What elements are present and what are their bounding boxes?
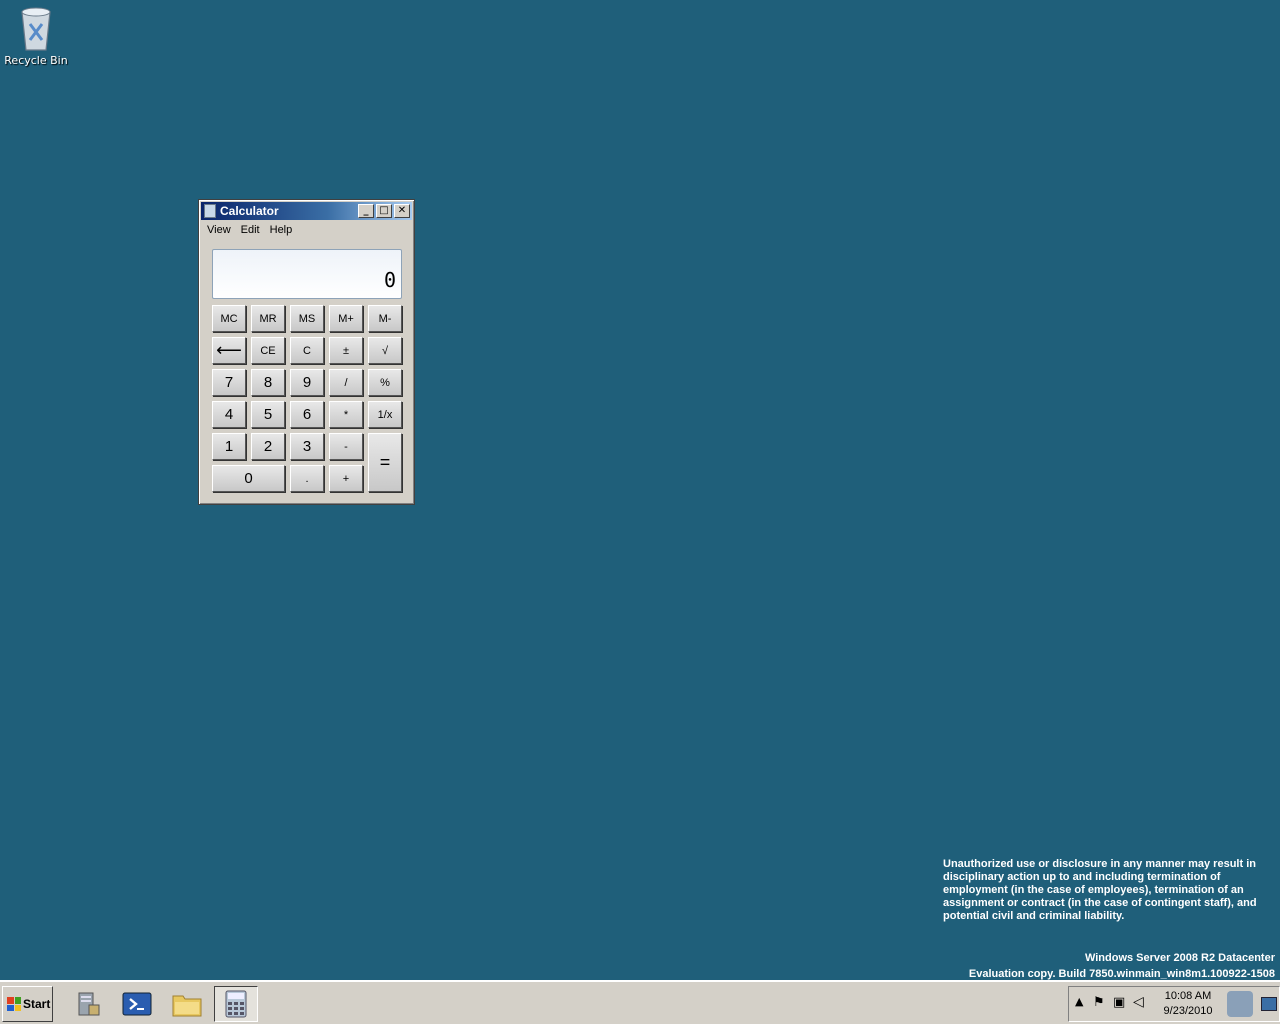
key-reciprocal[interactable]: 1/x	[368, 401, 402, 428]
key-m-plus[interactable]: M+	[329, 305, 363, 332]
key-add[interactable]: +	[329, 465, 363, 492]
key-plus-minus[interactable]: ±	[329, 337, 363, 364]
taskbar-calculator[interactable]	[214, 986, 258, 1022]
key-8[interactable]: 8	[251, 369, 285, 396]
minimize-button[interactable]: _	[358, 204, 374, 218]
key-ce[interactable]: CE	[251, 337, 285, 364]
server-manager-icon	[78, 992, 100, 1016]
os-edition: Windows Server 2008 R2 Datacenter	[1084, 952, 1275, 964]
key-3[interactable]: 3	[290, 433, 324, 460]
close-button[interactable]: ✕	[394, 204, 410, 218]
calculator-icon	[225, 990, 247, 1018]
taskbar-server-manager[interactable]	[66, 986, 110, 1022]
desktop-icon-label: Recycle Bin	[4, 54, 68, 67]
os-info: Windows Server 2008 R2 Datacenter Evalua…	[969, 950, 1275, 982]
menu-help[interactable]: Help	[265, 222, 298, 238]
user-avatar-icon[interactable]	[1227, 991, 1253, 1017]
taskbar-explorer[interactable]	[165, 986, 209, 1022]
powershell-icon	[122, 992, 152, 1016]
explorer-icon	[172, 995, 202, 1017]
taskbar-powershell[interactable]	[115, 986, 159, 1022]
key-7[interactable]: 7	[212, 369, 246, 396]
menu-edit[interactable]: Edit	[236, 222, 265, 238]
calculator-icon	[204, 204, 216, 218]
key-mc[interactable]: MC	[212, 305, 246, 332]
menu-bar: View Edit Help	[202, 222, 411, 238]
key-4[interactable]: 4	[212, 401, 246, 428]
key-mr[interactable]: MR	[251, 305, 285, 332]
recycle-bin-icon	[21, 7, 51, 51]
calculator-window: Calculator _ □ ✕ View Edit Help 0 MC MR …	[198, 199, 415, 505]
show-hidden-icons-icon[interactable]: ▲	[1075, 995, 1083, 1008]
system-tray: ▲ ⚑ ▣ ◁ 10:08 AM 9/23/2010	[1068, 986, 1280, 1022]
start-button[interactable]: Start	[2, 986, 53, 1022]
action-center-flag-icon[interactable]: ⚑	[1093, 995, 1105, 1010]
key-sqrt[interactable]: √	[368, 337, 402, 364]
show-desktop-icon[interactable]	[1261, 997, 1277, 1011]
key-c[interactable]: C	[290, 337, 324, 364]
taskbar: Start ▲ ⚑ ▣ ◁ 10:08 AM 9/23/2010	[0, 980, 1280, 1024]
desktop-icon-recycle-bin[interactable]: Recycle Bin	[4, 6, 68, 67]
display-value: 0	[383, 268, 396, 292]
menu-view[interactable]: View	[202, 222, 236, 238]
key-multiply[interactable]: *	[329, 401, 363, 428]
key-9[interactable]: 9	[290, 369, 324, 396]
key-m-minus[interactable]: M-	[368, 305, 402, 332]
legal-notice: Unauthorized use or disclosure in any ma…	[943, 858, 1257, 922]
key-6[interactable]: 6	[290, 401, 324, 428]
start-label: Start	[23, 997, 51, 1011]
key-percent[interactable]: %	[368, 369, 402, 396]
key-2[interactable]: 2	[251, 433, 285, 460]
key-backspace[interactable]: ⟵	[212, 337, 246, 364]
network-icon[interactable]: ▣	[1113, 995, 1125, 1010]
clock-time: 10:08 AM	[1164, 990, 1212, 1002]
key-5[interactable]: 5	[251, 401, 285, 428]
key-0[interactable]: 0	[212, 465, 285, 492]
title-bar[interactable]: Calculator _ □ ✕	[201, 202, 412, 220]
clock[interactable]: 10:08 AM 9/23/2010	[1153, 989, 1223, 1019]
maximize-button[interactable]: □	[376, 204, 392, 218]
windows-flag-icon	[7, 997, 21, 1011]
volume-icon[interactable]: ◁	[1133, 994, 1144, 1010]
key-ms[interactable]: MS	[290, 305, 324, 332]
key-subtract[interactable]: -	[329, 433, 363, 460]
key-divide[interactable]: /	[329, 369, 363, 396]
clock-date: 9/23/2010	[1163, 1005, 1213, 1017]
key-decimal[interactable]: .	[290, 465, 324, 492]
key-1[interactable]: 1	[212, 433, 246, 460]
calculator-display: 0	[212, 249, 402, 299]
window-title: Calculator	[220, 204, 279, 218]
key-equals[interactable]: =	[368, 433, 402, 492]
